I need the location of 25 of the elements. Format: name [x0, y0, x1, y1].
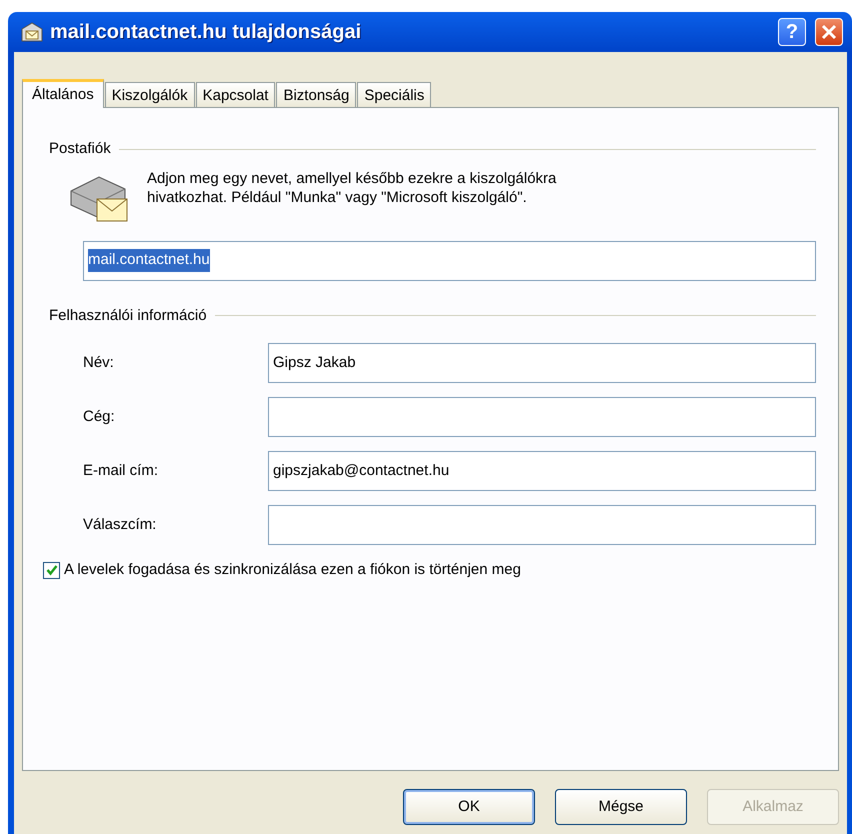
field-label: Válaszcím:: [82, 516, 156, 533]
tab[interactable]: Általános: [22, 79, 104, 108]
input-field[interactable]: [268, 505, 816, 545]
tab[interactable]: Speciális: [357, 82, 432, 107]
field-label: E-mail cím:: [82, 462, 158, 479]
checkbox[interactable]: [43, 562, 60, 579]
input-field[interactable]: [268, 397, 816, 437]
dialog-button[interactable]: Mégse: [555, 789, 687, 825]
close-icon: [821, 24, 837, 40]
field-label: Név:: [82, 354, 114, 371]
description-text: Adjon meg egy nevet, amellyel később ezekre a kiszolgálókra hivatkozhat. Például "Munka" vagy "Microsoft kiszolgáló".: [147, 168, 558, 208]
input-field[interactable]: gipszjakab@contactnet.hu: [268, 451, 816, 491]
mail-icon: [20, 21, 44, 43]
group-label: Felhasználói információ: [49, 306, 207, 326]
group-label: Postafiók: [49, 139, 111, 159]
tab[interactable]: Biztonság: [276, 82, 356, 107]
account-name-field[interactable]: mail.contactnet.hu: [83, 240, 816, 280]
tab[interactable]: Kapcsolat: [196, 82, 276, 107]
input-field[interactable]: Gipsz Jakab: [268, 343, 816, 383]
window-title: mail.contactnet.hu tulajdonságai: [50, 20, 362, 45]
tab[interactable]: Kiszolgálók: [104, 82, 195, 107]
field-label: Cég:: [82, 408, 115, 425]
close-button[interactable]: [815, 18, 843, 46]
dialog-button[interactable]: OK: [403, 789, 535, 825]
checkbox-label: A levelek fogadása és szinkronizálása ezen a fiókon is történjen meg: [64, 560, 521, 580]
